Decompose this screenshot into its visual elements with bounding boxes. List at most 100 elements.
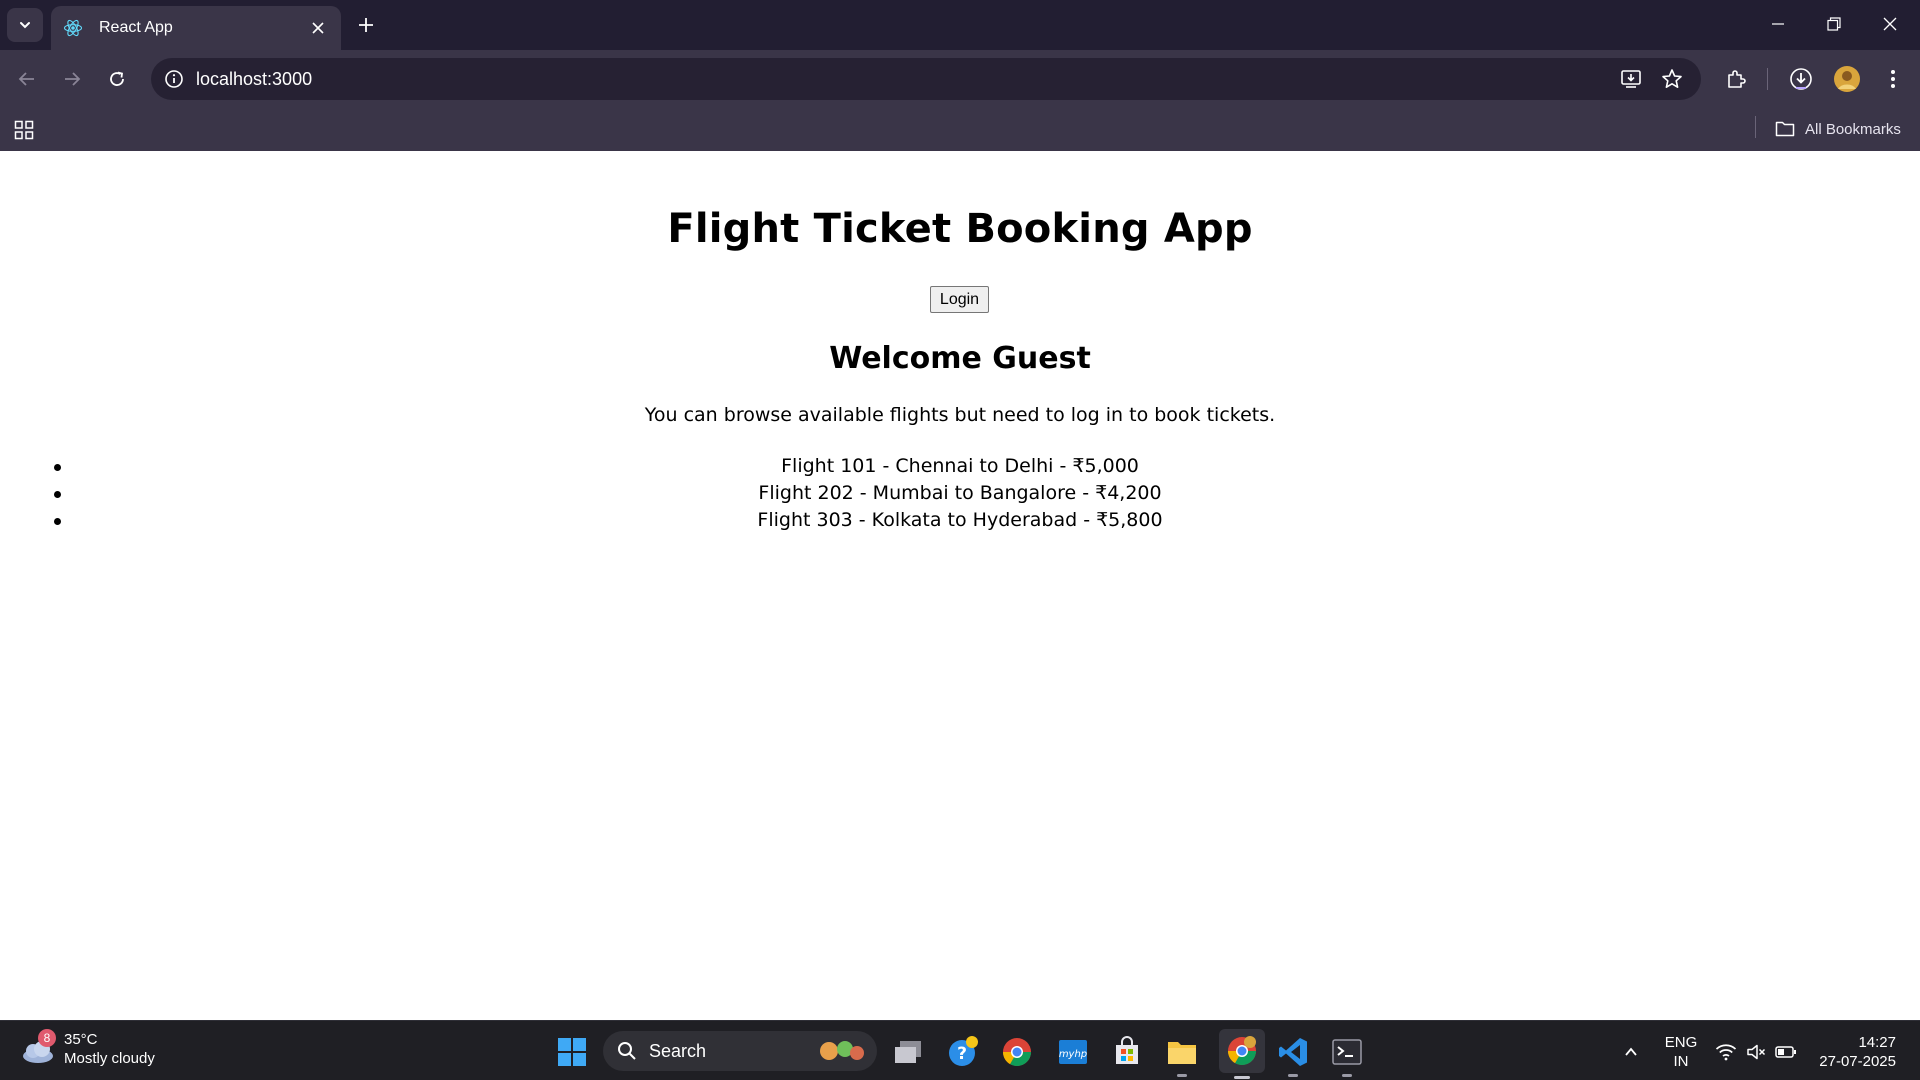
toolbar-divider [1767,68,1768,90]
restore-button[interactable] [1806,4,1862,44]
info-text: You can browse available flights but nee… [644,404,1276,426]
apps-grid-icon [14,120,34,140]
close-icon [1883,17,1897,31]
chrome-taskbar-button[interactable] [998,1033,1036,1071]
more-vertical-icon [1891,70,1895,88]
reload-icon [110,71,124,86]
taskbar-search-box[interactable]: Search [603,1031,877,1071]
task-view-icon [895,1041,921,1063]
search-highlight-icon [820,1041,864,1060]
restore-icon [1827,17,1841,31]
weather-badge: 8 [38,1029,56,1047]
myhp-icon: myhp [1059,1040,1087,1064]
react-icon [63,18,83,38]
language-region: IN [1673,1053,1689,1070]
chevron-up-icon [1625,1047,1637,1056]
language-indicator[interactable]: ENG IN [1659,1033,1703,1071]
windows-icon [558,1038,586,1066]
tab-react-app[interactable]: React App [51,6,341,50]
clock-time: 14:27 [1858,1034,1896,1051]
plus-icon [359,18,373,32]
close-icon [312,22,324,34]
apps-button[interactable] [11,117,37,143]
clock-date: 27-07-2025 [1819,1053,1896,1070]
site-info-button[interactable] [161,66,187,92]
chrome-active-button[interactable] [1219,1029,1265,1079]
battery-status[interactable] [1770,1033,1802,1071]
back-button[interactable] [10,62,44,96]
minimize-icon [1772,23,1784,25]
flight-list-item: Flight 101 - Chennai to Delhi - ₹5,000 [0,453,1920,480]
bullet-icon [54,491,61,498]
profile-avatar[interactable] [1830,62,1864,96]
wifi-icon [1715,1044,1737,1061]
svg-text:myhp: myhp [1059,1049,1087,1060]
reload-button[interactable] [100,62,134,96]
flight-list-item: Flight 303 - Kolkata to Hyderabad - ₹5,8… [0,507,1920,534]
help-icon: ? [949,1036,978,1066]
wifi-status[interactable] [1710,1033,1742,1071]
chevron-down-icon [20,22,30,29]
folder-icon [1168,1042,1196,1064]
menu-button[interactable] [1876,62,1910,96]
close-tab-button[interactable] [307,17,329,39]
help-app-button[interactable]: ? [944,1033,982,1071]
vscode-button[interactable] [1274,1033,1312,1077]
task-view-button[interactable] [889,1033,927,1071]
store-icon [1116,1036,1138,1064]
install-app-button[interactable] [1617,65,1645,93]
flight-list: Flight 101 - Chennai to Delhi - ₹5,000 F… [0,453,1920,534]
new-tab-button[interactable] [352,11,380,39]
running-indicator [1342,1074,1352,1077]
bookmark-star-button[interactable] [1658,65,1686,93]
bullet-icon [54,464,61,471]
address-bar[interactable]: localhost:3000 [151,58,1701,100]
download-icon [1790,68,1812,90]
language-code: ENG [1664,1034,1698,1051]
avatar-icon [1834,66,1860,92]
page-content: Flight Ticket Booking App Login Welcome … [0,151,1920,1020]
minimize-button[interactable] [1750,4,1806,44]
flight-text: Flight 303 - Kolkata to Hyderabad - ₹5,8… [757,509,1163,531]
page-title: Flight Ticket Booking App [667,206,1253,252]
tab-strip: React App [0,0,1920,50]
puzzle-icon [1728,70,1746,88]
url-text[interactable]: localhost:3000 [196,69,312,90]
running-indicator [1177,1074,1187,1077]
bullet-icon [54,518,61,525]
bookmarks-bar: All Bookmarks [0,107,1920,151]
info-icon [165,70,183,88]
show-hidden-icons-button[interactable] [1614,1033,1648,1071]
volume-status[interactable] [1740,1033,1772,1071]
terminal-icon [1332,1039,1362,1065]
vscode-icon [1279,1038,1307,1066]
volume-muted-icon [1747,1044,1766,1060]
all-bookmarks-label: All Bookmarks [1805,120,1901,138]
start-button[interactable] [553,1033,591,1071]
browser-toolbar: localhost:3000 [0,50,1920,107]
extensions-button[interactable] [1719,62,1753,96]
chrome-icon [1003,1038,1031,1066]
welcome-heading: Welcome Guest [829,341,1091,376]
running-indicator [1288,1074,1298,1077]
tab-title: React App [99,19,173,36]
flight-text: Flight 101 - Chennai to Delhi - ₹5,000 [781,455,1139,477]
tab-search-button[interactable] [7,8,43,42]
myhp-button[interactable]: myhp [1054,1033,1092,1071]
star-icon [1662,69,1682,88]
terminal-button[interactable] [1328,1033,1366,1077]
temperature-text: 35°C [64,1031,98,1048]
weather-widget[interactable]: 8 35°C Mostly cloudy [18,1029,155,1069]
search-label: Search [649,1040,707,1061]
login-button[interactable]: Login [930,286,989,313]
clock[interactable]: 14:27 27-07-2025 [1812,1033,1896,1071]
flight-text: Flight 202 - Mumbai to Bangalore - ₹4,20… [758,482,1162,504]
file-explorer-button[interactable] [1163,1033,1201,1077]
close-window-button[interactable] [1862,4,1918,44]
downloads-button[interactable] [1784,62,1818,96]
bookmarks-divider [1755,116,1756,138]
all-bookmarks-button[interactable]: All Bookmarks [1775,115,1901,143]
store-button[interactable] [1108,1033,1146,1071]
chrome-profile-icon [1228,1036,1256,1065]
forward-button[interactable] [55,62,89,96]
